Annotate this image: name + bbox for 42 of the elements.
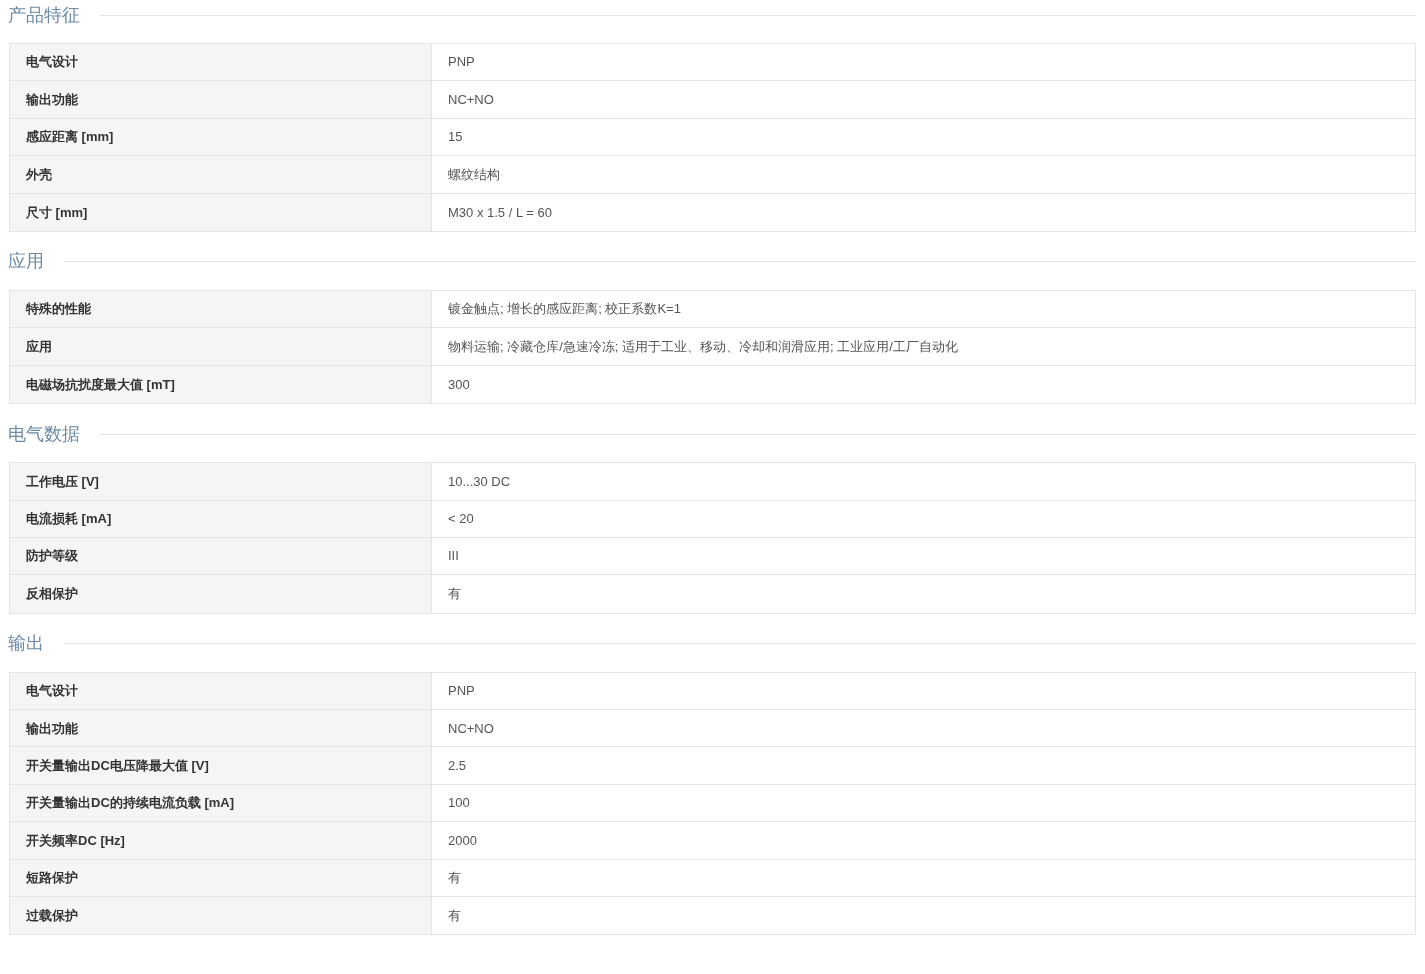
label-cell: 开关量输出DC的持续电流负载 [mA]: [10, 784, 432, 822]
label-cell: 反相保护: [10, 575, 432, 613]
value-cell-text: 有: [447, 906, 462, 925]
label-cell: 开关频率DC [Hz]: [10, 822, 432, 859]
label-cell: 应用: [10, 328, 432, 365]
value-cell-text: M30 x 1.5 / L = 60: [447, 203, 553, 222]
label-cell: 短路保护: [10, 859, 432, 897]
value-cell-text: 100: [447, 794, 471, 813]
value-cell-text: PNP: [447, 682, 476, 701]
value-cell-text: 有: [447, 869, 462, 888]
label-cell: 输出功能: [10, 81, 432, 118]
label-cell: 防护等级: [10, 537, 432, 575]
value-cell-text: 物料运输; 冷藏仓库/急速冷冻; 适用于工业、移动、冷却和润滑应用; 工业应用/工厂自动化: [447, 337, 959, 356]
label-cell: 特殊的性能: [10, 290, 432, 328]
label-cell: 过载保护: [10, 897, 432, 935]
value-cell-text: 10...30 DC: [447, 472, 512, 491]
label-cell: 输出功能: [10, 710, 432, 747]
value-cell-text: < 20: [447, 509, 475, 528]
value-cell-text: PNP: [447, 53, 476, 72]
label-cell: 电气设计: [10, 672, 432, 710]
value-cell-text: 15: [447, 128, 464, 147]
value-cell-text: III: [447, 547, 460, 566]
value-cell-text: 2.5: [447, 756, 468, 775]
value-cell-text: 螺纹结构: [447, 165, 501, 184]
label-cell: 电气设计: [10, 44, 432, 81]
section-title: 应用: [8, 250, 45, 274]
value-cell-text: NC+NO: [447, 90, 495, 109]
value-cell-text: NC+NO: [447, 719, 495, 738]
label-cell: 外壳: [10, 156, 432, 193]
label-cell: 尺寸 [mm]: [10, 193, 432, 231]
label-cell: 电磁场抗扰度最大值 [mT]: [10, 365, 432, 404]
label-cell: 工作电压 [V]: [10, 463, 432, 500]
value-cell-text: 2000: [447, 831, 478, 850]
value-cell-text: 300: [447, 375, 471, 394]
value-cell-text: 镀金触点; 增长的感应距离; 校正系数K=1: [447, 300, 682, 319]
value-cell-text: 有: [447, 585, 462, 604]
section-title: 输出: [8, 632, 45, 656]
label-cell: 感应距离 [mm]: [10, 118, 432, 156]
label-cell: 电流损耗 [mA]: [10, 500, 432, 537]
section-title: 电气数据: [8, 422, 81, 446]
label-cell: 开关量输出DC电压降最大值 [V]: [10, 747, 432, 784]
section-title: 产品特征: [8, 3, 81, 27]
